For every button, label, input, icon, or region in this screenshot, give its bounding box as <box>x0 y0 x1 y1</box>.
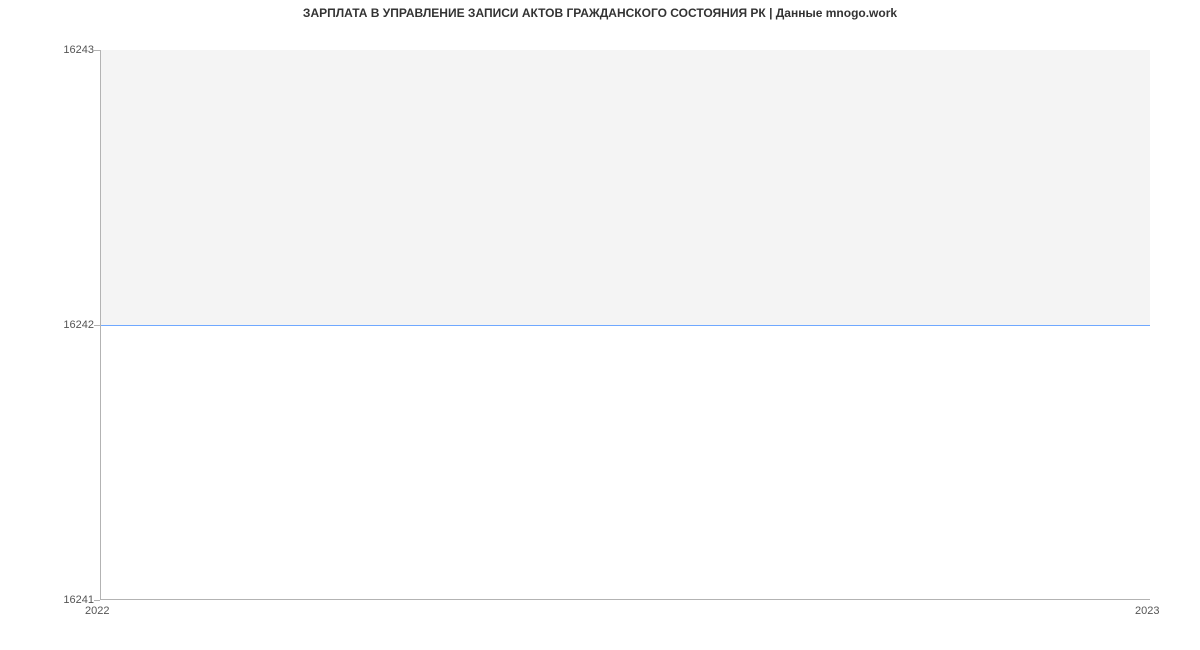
y-tick-mark <box>94 50 100 51</box>
data-line <box>101 325 1150 326</box>
y-tick-mark <box>94 600 100 601</box>
y-tick-label: 16242 <box>50 319 94 331</box>
plot-area: 16243 16242 16241 2022 2023 <box>100 50 1150 600</box>
area-below <box>101 325 1150 599</box>
axes-frame <box>100 50 1150 600</box>
y-tick-label: 16243 <box>50 44 94 56</box>
chart-title: ЗАРПЛАТА В УПРАВЛЕНИЕ ЗАПИСИ АКТОВ ГРАЖД… <box>0 0 1200 24</box>
x-tick-label: 2023 <box>1135 605 1159 617</box>
y-tick-mark <box>94 325 100 326</box>
area-fill <box>101 50 1150 325</box>
x-tick-label: 2022 <box>85 605 109 617</box>
